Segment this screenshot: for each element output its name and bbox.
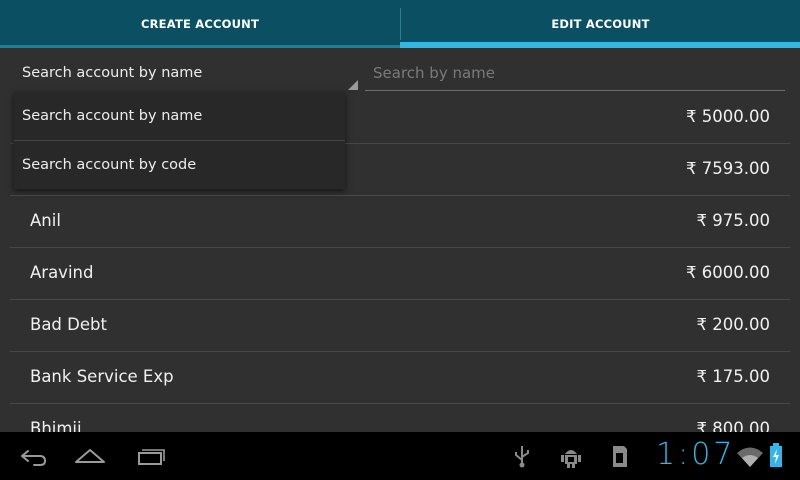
search-type-dropdown: Search account by name Search account by… (14, 92, 345, 189)
usb-icon (512, 444, 532, 472)
back-icon[interactable] (12, 440, 52, 472)
dropdown-option-by-name[interactable]: Search account by name (14, 92, 345, 141)
list-item[interactable]: Anil ₹ 975.00 (10, 196, 790, 248)
search-type-spinner[interactable]: Search account by name (14, 58, 358, 90)
list-item[interactable]: Bhimji ₹ 800.00 (10, 404, 790, 432)
recent-apps-icon[interactable] (130, 440, 170, 472)
tab-bar: CREATE ACCOUNT EDIT ACCOUNT (0, 0, 800, 48)
tab-underline (0, 45, 400, 48)
search-input[interactable] (365, 58, 783, 88)
account-name: Bad Debt (30, 315, 107, 334)
account-amount: ₹ 7593.00 (686, 159, 770, 178)
account-amount: ₹ 200.00 (696, 315, 770, 334)
account-amount: ₹ 175.00 (696, 367, 770, 386)
tab-edit-account[interactable]: EDIT ACCOUNT (401, 0, 800, 48)
tab-create-account[interactable]: CREATE ACCOUNT (0, 0, 400, 48)
account-amount: ₹ 975.00 (696, 211, 770, 230)
android-debug-icon (560, 444, 582, 472)
spinner-arrow-icon (348, 80, 358, 90)
account-name: Bank Service Exp (30, 367, 174, 386)
status-clock: 1:07 (656, 437, 736, 472)
search-field (365, 58, 785, 91)
home-icon[interactable] (70, 440, 110, 472)
account-amount: ₹ 6000.00 (686, 263, 770, 282)
spinner-selected-label: Search account by name (22, 65, 203, 81)
account-amount: ₹ 5000.00 (686, 107, 770, 126)
list-item[interactable]: Aravind ₹ 6000.00 (10, 248, 790, 300)
dropdown-option-by-code[interactable]: Search account by code (14, 141, 345, 189)
account-name: Bhimji (30, 419, 82, 432)
tab-active-indicator (400, 42, 800, 48)
account-name: Aravind (30, 263, 94, 282)
wifi-icon (736, 446, 764, 472)
account-amount: ₹ 800.00 (696, 419, 770, 432)
list-item[interactable]: Bank Service Exp ₹ 175.00 (10, 352, 790, 404)
system-bar: 1:07 (0, 432, 800, 480)
list-item[interactable]: Bad Debt ₹ 200.00 (10, 300, 790, 352)
sd-card-icon (610, 444, 628, 472)
battery-charging-icon (768, 442, 784, 472)
account-name: Anil (30, 211, 61, 230)
